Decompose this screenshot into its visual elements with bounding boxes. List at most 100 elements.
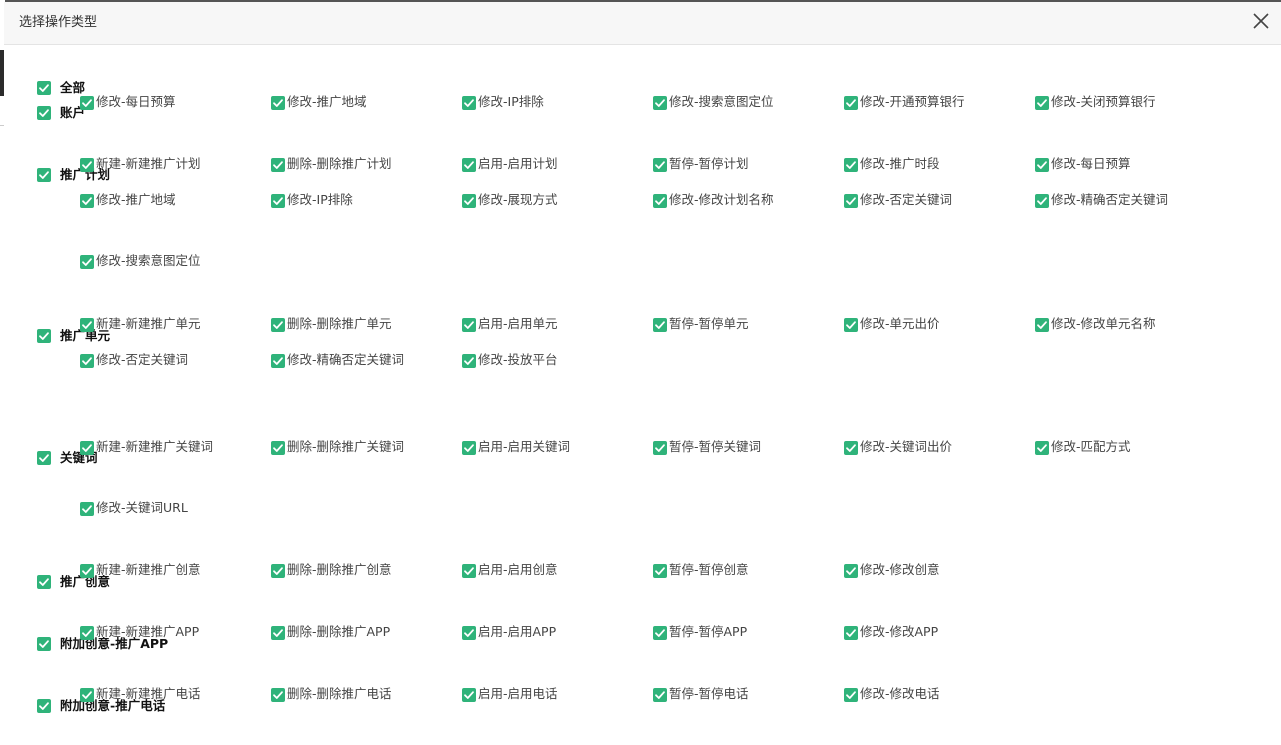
checkbox-checked-icon[interactable] [37, 699, 51, 713]
checkmark-icon [39, 454, 49, 462]
operation-option[interactable]: 修改-关键词出价 [834, 439, 984, 480]
checkbox-checked-icon[interactable] [37, 329, 51, 343]
operation-option[interactable]: 删除-删除推广APP [261, 624, 411, 665]
operation-option[interactable]: 新建-新建推广电话 [70, 686, 220, 727]
operation-option[interactable]: 修改-关键词URL [70, 500, 220, 541]
checkmark-icon [39, 332, 49, 340]
operation-option-label: 启用-启用创意 [478, 562, 558, 577]
operation-option-label: 删除-删除推广APP [287, 624, 391, 639]
operation-option-label: 修改-单元出价 [860, 316, 940, 331]
checkbox-checked-icon[interactable] [37, 106, 51, 120]
checkmark-icon [39, 640, 49, 648]
operation-option[interactable]: 修改-否定关键词 [834, 192, 984, 233]
operation-option-label: 暂停-暂停关键词 [669, 439, 762, 454]
operation-option[interactable]: 修改-投放平台 [452, 352, 602, 393]
operation-option[interactable]: 修改-展现方式 [452, 192, 602, 233]
operation-option-label: 修改-关键词出价 [860, 439, 953, 454]
operation-option[interactable]: 修改-每日预算 [70, 94, 220, 135]
operation-option-label: 修改-修改单元名称 [1051, 316, 1156, 331]
operation-option[interactable]: 删除-删除推广创意 [261, 562, 411, 603]
operation-option[interactable]: 暂停-暂停电话 [643, 686, 793, 727]
operation-option[interactable]: 修改-修改电话 [834, 686, 984, 727]
operation-option[interactable]: 修改-修改单元名称 [1025, 316, 1175, 357]
operation-option[interactable]: 暂停-暂停APP [643, 624, 793, 665]
operation-option-label: 新建-新建推广关键词 [96, 439, 214, 454]
operation-option-label: 删除-删除推广关键词 [287, 439, 405, 454]
operation-option-label: 新建-新建推广创意 [96, 562, 201, 577]
operation-option[interactable]: 修改-搜索意图定位 [70, 253, 220, 294]
operation-option-label: 新建-新建推广电话 [96, 686, 201, 701]
operation-option[interactable]: 删除-删除推广关键词 [261, 439, 411, 480]
operation-option-label: 修改-精确否定关键词 [1051, 192, 1169, 207]
operation-option-label: 修改-IP排除 [478, 94, 544, 109]
operation-option-label: 修改-关键词URL [96, 500, 188, 515]
operation-option-label: 修改-搜索意图定位 [96, 253, 201, 268]
operation-option-label: 修改-否定关键词 [96, 352, 189, 367]
operation-option[interactable]: 修改-关闭预算银行 [1025, 94, 1175, 135]
operation-option[interactable]: 修改-推广地域 [261, 94, 411, 135]
checkbox-checked-icon[interactable] [37, 451, 51, 465]
operation-option[interactable]: 修改-单元出价 [834, 316, 984, 357]
operation-option[interactable]: 修改-搜索意图定位 [643, 94, 793, 135]
operation-option[interactable]: 修改-匹配方式 [1025, 439, 1175, 480]
operation-option-label: 暂停-暂停APP [669, 624, 748, 639]
operation-option[interactable]: 修改-开通预算银行 [834, 94, 984, 135]
operation-option[interactable]: 启用-启用电话 [452, 686, 602, 727]
operation-option-label: 删除-删除推广单元 [287, 316, 392, 331]
operation-option[interactable]: 暂停-暂停创意 [643, 562, 793, 603]
operation-option-label: 修改-开通预算银行 [860, 94, 965, 109]
operation-option-label: 启用-启用APP [478, 624, 557, 639]
operation-option-label: 修改-关闭预算银行 [1051, 94, 1156, 109]
operation-option[interactable]: 修改-推广地域 [70, 192, 220, 233]
checkbox-checked-icon[interactable] [37, 637, 51, 651]
operation-option-label: 删除-删除推广创意 [287, 562, 392, 577]
operation-option-label: 修改-修改APP [860, 624, 939, 639]
operation-option-label: 修改-修改创意 [860, 562, 940, 577]
close-button[interactable] [1251, 11, 1271, 31]
operation-option-label: 修改-精确否定关键词 [287, 352, 405, 367]
operation-option-label: 启用-启用单元 [478, 316, 558, 331]
operation-option[interactable]: 启用-启用关键词 [452, 439, 602, 480]
operation-option[interactable]: 修改-IP排除 [261, 192, 411, 233]
operation-option[interactable]: 启用-启用APP [452, 624, 602, 665]
operation-option[interactable]: 修改-修改APP [834, 624, 984, 665]
operation-option[interactable]: 修改-精确否定关键词 [1025, 192, 1175, 233]
dialog-title: 选择操作类型 [19, 15, 98, 30]
operation-option[interactable]: 暂停-暂停单元 [643, 316, 793, 357]
operation-option[interactable]: 删除-删除推广电话 [261, 686, 411, 727]
operation-option-label: 删除-删除推广电话 [287, 686, 392, 701]
operation-option-label: 修改-否定关键词 [860, 192, 953, 207]
operation-type-list: 全部 账户 修改-每日预算 修改-推广地域 修改-IP排除 修改-搜索意图定位 修改-开通预… [4, 44, 1281, 745]
operation-option-label: 修改-IP排除 [287, 192, 353, 207]
checkmark-icon [39, 84, 49, 92]
checkmark-icon [39, 702, 49, 710]
operation-option[interactable]: 新建-新建推广APP [70, 624, 220, 665]
operation-option-label: 启用-启用电话 [478, 686, 558, 701]
dialog-header: 选择操作类型 [4, 2, 1281, 45]
checkmark-icon [39, 578, 49, 586]
operation-option[interactable]: 修改-修改创意 [834, 562, 984, 603]
operation-option[interactable]: 修改-IP排除 [452, 94, 602, 135]
operation-option[interactable]: 修改-精确否定关键词 [261, 352, 411, 393]
operation-option[interactable]: 修改-修改计划名称 [643, 192, 793, 233]
operation-option[interactable]: 修改-否定关键词 [70, 352, 220, 393]
checkbox-checked-icon[interactable] [37, 575, 51, 589]
operation-option-label: 修改-匹配方式 [1051, 439, 1131, 454]
checkbox-checked-icon[interactable] [37, 168, 51, 182]
checkbox-checked-icon[interactable] [37, 81, 51, 95]
operation-option-label: 暂停-暂停电话 [669, 686, 749, 701]
operation-option-label: 修改-推广时段 [860, 156, 940, 171]
operation-option-label: 启用-启用计划 [478, 156, 558, 171]
operation-option-label: 修改-投放平台 [478, 352, 558, 367]
operation-option-label: 修改-修改电话 [860, 686, 940, 701]
operation-option-label: 修改-搜索意图定位 [669, 94, 774, 109]
operation-option[interactable]: 新建-新建推广创意 [70, 562, 220, 603]
operation-option-label: 修改-每日预算 [96, 94, 176, 109]
operation-option[interactable]: 启用-启用创意 [452, 562, 602, 603]
operation-option-label: 暂停-暂停单元 [669, 316, 749, 331]
operation-option[interactable]: 暂停-暂停关键词 [643, 439, 793, 480]
checkmark-icon [39, 171, 49, 179]
close-icon [1253, 13, 1269, 29]
operation-option-label: 新建-新建推广单元 [96, 316, 201, 331]
operation-option[interactable]: 新建-新建推广关键词 [70, 439, 220, 480]
